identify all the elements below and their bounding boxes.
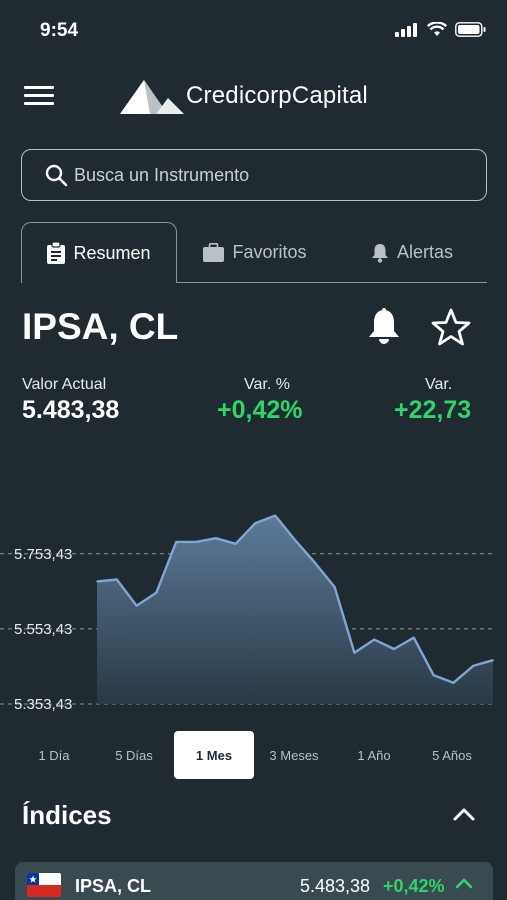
status-time: 9:54 (40, 20, 79, 41)
range-1-dia[interactable]: 1 Día (20, 731, 88, 779)
search-bar[interactable] (21, 149, 487, 201)
index-value: 5.483,38 (300, 876, 371, 896)
tab-label: Resumen (73, 242, 151, 263)
search-input[interactable] (74, 160, 464, 190)
chart-point (353, 651, 356, 654)
bell-icon (371, 243, 388, 263)
var-value: +22,73 (394, 396, 472, 424)
index-name: IPSA, CL (75, 876, 152, 896)
chart-point (215, 537, 217, 539)
chart-point (116, 578, 118, 581)
status-icons (395, 22, 487, 37)
chart-point (274, 514, 277, 517)
logo-text: CredicorpCapital (186, 82, 368, 109)
price-chart[interactable]: 5.753,43 5.553,43 5.353,43 (0, 500, 507, 720)
tab-favoritos[interactable]: Favoritos (190, 222, 320, 283)
chart-point (393, 648, 395, 650)
mountain-logo-icon (120, 80, 184, 114)
chart-point (333, 586, 336, 588)
clipboard-icon (47, 242, 66, 264)
chevron-up-green-icon (455, 878, 473, 889)
chart-point (294, 539, 296, 541)
chart-point (175, 541, 177, 543)
index-change: +0,42% (383, 876, 445, 896)
range-5-anos[interactable]: 5 Años (418, 731, 486, 779)
var-label: Var. (425, 376, 453, 393)
chart-point (96, 580, 98, 583)
chart-point (195, 541, 197, 543)
battery-icon (455, 22, 486, 37)
range-3-meses[interactable]: 3 Meses (260, 731, 328, 779)
tab-label: Alertas (396, 242, 454, 262)
chart-point (452, 681, 455, 684)
chile-flag-icon (27, 873, 61, 897)
var-pct-value: +0,42% (217, 396, 303, 424)
chart-point (492, 659, 494, 662)
chart-point (314, 561, 316, 564)
chart-y-tick-label: 5.553,43 (14, 621, 72, 638)
signal-icon (395, 22, 417, 37)
app-logo: CredicorpCapital (120, 76, 368, 116)
indices-title: Índices (22, 800, 112, 830)
range-1-mes[interactable]: 1 Mes (174, 731, 254, 779)
hamburger-icon (24, 86, 54, 89)
current-value: 5.483,38 (22, 396, 120, 424)
chart-point (155, 591, 158, 594)
collapse-chevron-up-icon[interactable] (452, 806, 476, 822)
favorite-star-icon[interactable] (431, 308, 471, 346)
alert-bell-icon[interactable] (366, 308, 402, 346)
chart-point (135, 604, 138, 607)
chart-point (413, 636, 415, 639)
tab-label: Favoritos (232, 242, 307, 262)
chart-point (472, 665, 475, 667)
chart-y-tick-label: 5.353,43 (14, 696, 72, 713)
current-value-label: Valor Actual (22, 376, 107, 393)
index-row-ipsa[interactable]: IPSA, CL 5.483,38 +0,42% (15, 862, 493, 900)
instrument-title: IPSA, CL (22, 306, 179, 347)
var-pct-label: Var. % (244, 376, 290, 393)
briefcase-icon (203, 243, 225, 262)
chart-point (234, 542, 237, 545)
chart-y-tick-label: 5.753,43 (14, 546, 72, 563)
search-icon (45, 164, 68, 187)
range-5-dias[interactable]: 5 Días (100, 731, 168, 779)
chart-point (254, 522, 257, 524)
menu-button[interactable] (24, 86, 54, 110)
chart-point (373, 638, 376, 641)
chart-point (432, 674, 435, 677)
tab-alertas[interactable]: Alertas (352, 222, 472, 283)
tab-resumen[interactable]: Resumen (21, 222, 177, 283)
range-1-ano[interactable]: 1 Año (340, 731, 408, 779)
wifi-icon (427, 22, 447, 36)
